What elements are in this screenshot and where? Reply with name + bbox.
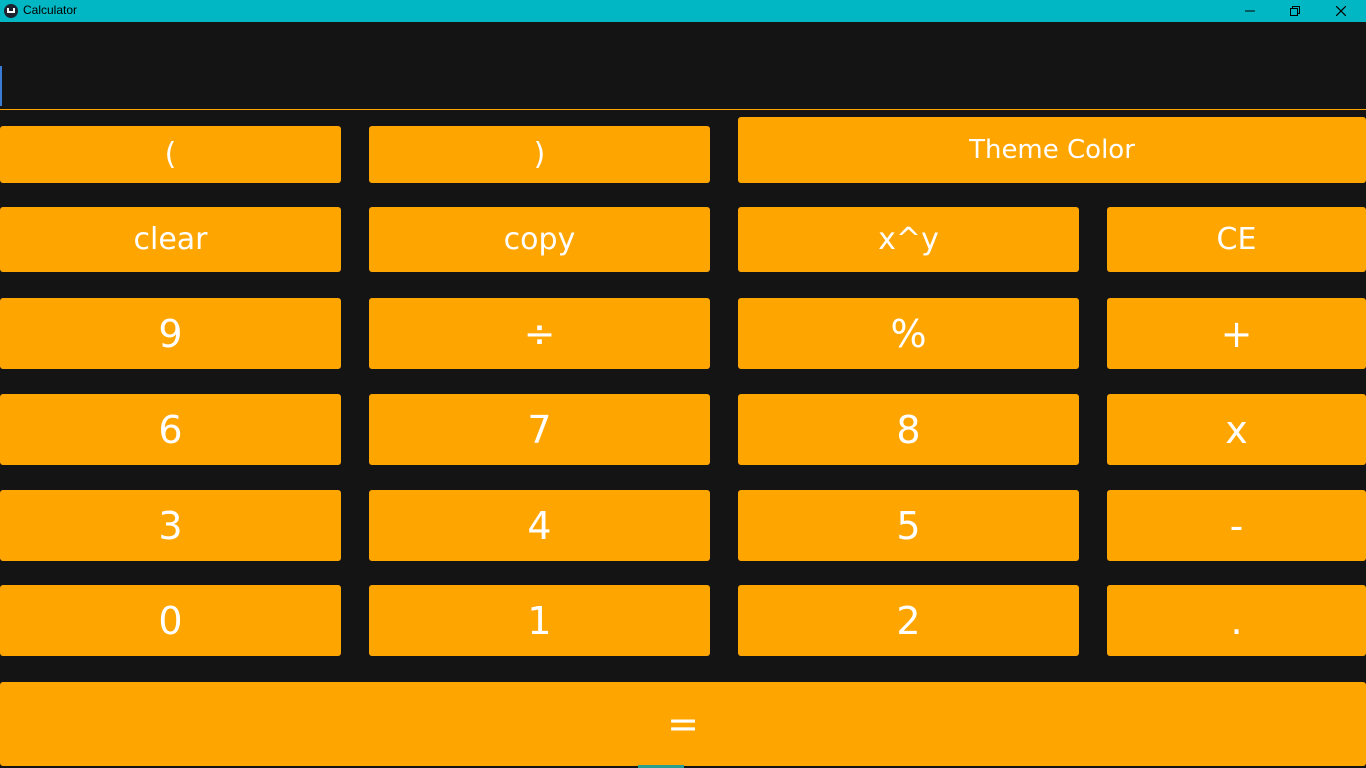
copy-button[interactable]: copy [369, 207, 710, 272]
display-area [0, 22, 1366, 110]
minimize-button[interactable] [1227, 0, 1273, 22]
digit-3-button[interactable]: 3 [0, 490, 341, 561]
close-icon [1336, 6, 1346, 16]
restore-button[interactable] [1272, 0, 1318, 22]
title-bar: Calculator [0, 0, 1366, 22]
digit-7-button[interactable]: 7 [369, 394, 710, 465]
app-icon [4, 4, 18, 18]
power-button[interactable]: x^y [738, 207, 1079, 272]
clear-entry-button[interactable]: CE [1107, 207, 1366, 272]
digit-6-button[interactable]: 6 [0, 394, 341, 465]
digit-9-button[interactable]: 9 [0, 298, 341, 369]
digit-2-button[interactable]: 2 [738, 585, 1079, 656]
clear-button[interactable]: clear [0, 207, 341, 272]
minimize-icon [1245, 10, 1255, 12]
decimal-button[interactable]: . [1107, 585, 1366, 656]
digit-4-button[interactable]: 4 [369, 490, 710, 561]
window-title: Calculator [23, 3, 78, 17]
restore-icon [1290, 6, 1300, 16]
digit-0-button[interactable]: 0 [0, 585, 341, 656]
digit-1-button[interactable]: 1 [369, 585, 710, 656]
expression-input[interactable] [0, 22, 1366, 109]
minus-button[interactable]: - [1107, 490, 1366, 561]
open-paren-button[interactable]: ( [0, 126, 341, 183]
equals-button[interactable]: = [0, 682, 1366, 766]
theme-color-button[interactable]: Theme Color [738, 117, 1366, 183]
digit-5-button[interactable]: 5 [738, 490, 1079, 561]
close-paren-button[interactable]: ) [369, 126, 710, 183]
plus-button[interactable]: + [1107, 298, 1366, 369]
divide-button[interactable]: ÷ [369, 298, 710, 369]
digit-8-button[interactable]: 8 [738, 394, 1079, 465]
percent-button[interactable]: % [738, 298, 1079, 369]
multiply-button[interactable]: x [1107, 394, 1366, 465]
text-caret [0, 66, 2, 106]
close-button[interactable] [1318, 0, 1364, 22]
